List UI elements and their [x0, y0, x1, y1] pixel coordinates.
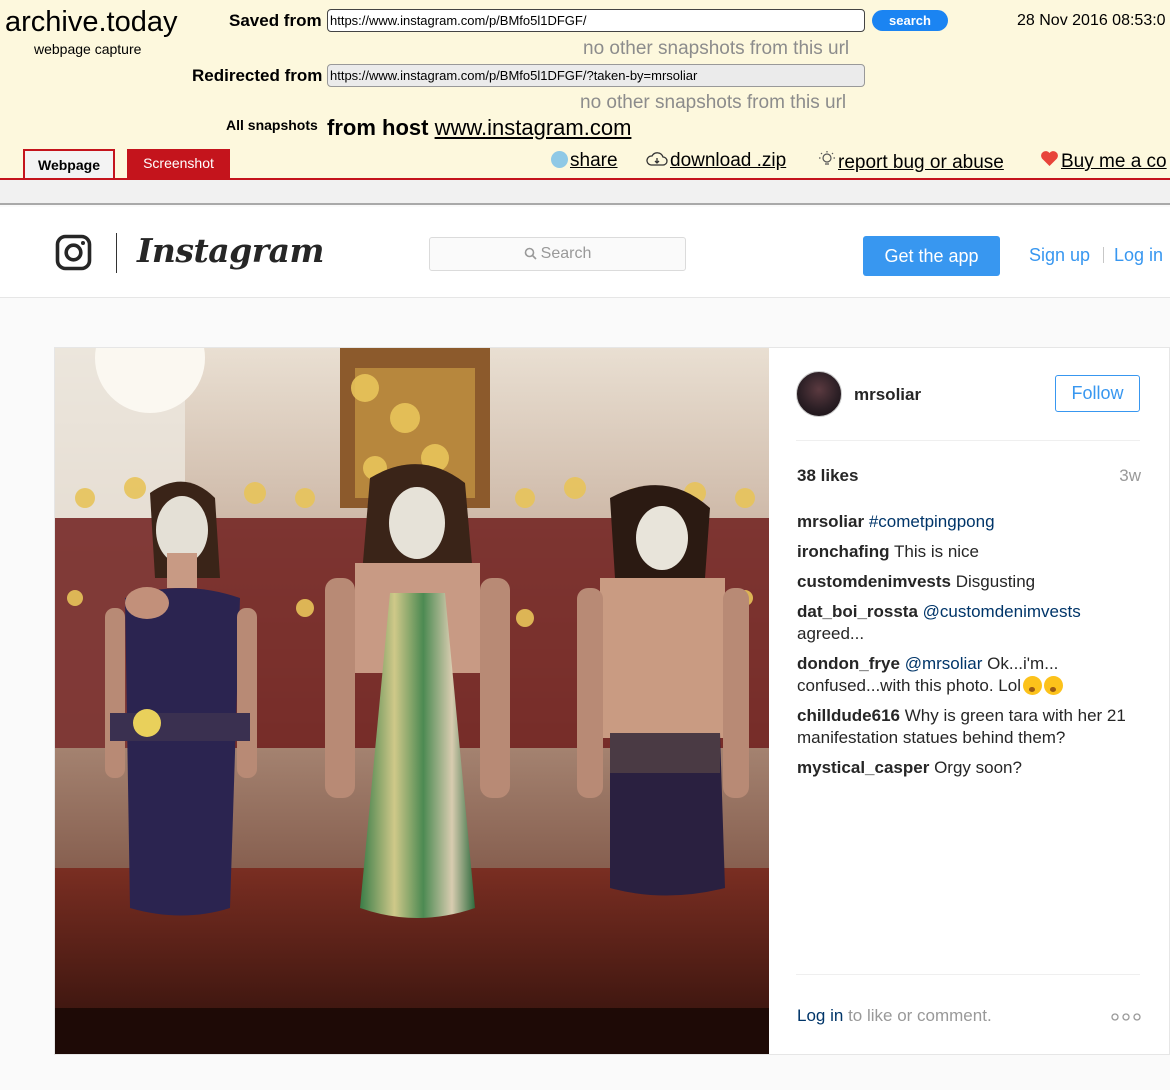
from-host-label: from host: [327, 115, 429, 140]
report-link[interactable]: report bug or abuse: [818, 150, 1004, 174]
divider: [796, 974, 1140, 975]
comment-item: customdenimvests Disgusting: [797, 571, 1147, 593]
comment-item: dat_boi_rossta @customdenimvests agreed.…: [797, 601, 1147, 645]
download-link[interactable]: download .zip: [646, 150, 786, 172]
comment-text: Orgy soon?: [934, 758, 1022, 777]
comment-user[interactable]: dat_boi_rossta: [797, 602, 918, 621]
comment-item: ironchafing This is nice: [797, 541, 1147, 563]
tab-webpage[interactable]: Webpage: [23, 149, 115, 178]
no-snapshots-note: no other snapshots from this url: [583, 38, 850, 59]
login-prompt: Log in to like or comment.: [797, 1006, 992, 1026]
comment-user[interactable]: customdenimvests: [797, 572, 951, 591]
comment-user[interactable]: chilldude616: [797, 706, 900, 725]
search-icon: [524, 247, 537, 260]
comment-user[interactable]: ironchafing: [797, 542, 890, 561]
redirected-from-label: Redirected from: [192, 66, 323, 85]
archive-logo-subtitle: webpage capture: [34, 41, 142, 57]
comment-text: agreed...: [797, 624, 865, 643]
share-icon: [551, 151, 568, 168]
comment-item: mystical_casper Orgy soon?: [797, 757, 1147, 779]
comments-list: mrsoliar #cometpingpong ironchafing This…: [797, 511, 1147, 787]
buy-label: Buy me a co: [1061, 151, 1167, 172]
sign-up-link[interactable]: Sign up: [1029, 245, 1090, 266]
hushed-face-emoji-icon: [1043, 676, 1063, 695]
redirected-url-input[interactable]: [327, 64, 865, 87]
divider: [796, 440, 1140, 441]
share-label: share: [570, 150, 618, 171]
comment-tag[interactable]: #cometpingpong: [869, 512, 995, 531]
likes-count[interactable]: 38 likes: [797, 466, 858, 486]
archive-logo[interactable]: archive.today: [5, 6, 178, 39]
download-label: download .zip: [670, 150, 787, 171]
cloud-download-icon: [646, 150, 668, 172]
more-options-icon[interactable]: [1111, 1013, 1141, 1021]
post-card: mrsoliar Follow 38 likes 3w mrsoliar #co…: [54, 347, 1170, 1055]
capture-date: 28 Nov 2016 08:53:0: [1017, 12, 1166, 29]
instagram-wordmark[interactable]: Instagram: [137, 231, 324, 270]
archive-divider: [0, 180, 1170, 205]
auth-separator: [1103, 247, 1104, 263]
instagram-camera-icon[interactable]: [55, 234, 92, 271]
saved-from-label: Saved from: [229, 11, 322, 30]
no-snapshots-note: no other snapshots from this url: [580, 92, 847, 113]
comment-tag[interactable]: @customdenimvests: [923, 602, 1081, 621]
search-placeholder: Search: [540, 245, 592, 262]
saved-url-input[interactable]: [327, 9, 865, 32]
post-photo[interactable]: [55, 348, 769, 1054]
get-the-app-button[interactable]: Get the app: [863, 236, 1000, 276]
archive-header: archive.today webpage capture Saved from…: [0, 0, 1170, 178]
heart-icon: [1040, 150, 1059, 173]
login-to-comment-link[interactable]: Log in: [797, 1006, 843, 1025]
comment-item: mrsoliar #cometpingpong: [797, 511, 1147, 533]
nav-divider: [116, 233, 117, 273]
report-label: report bug or abuse: [838, 152, 1004, 173]
comment-tag[interactable]: @mrsoliar: [905, 654, 983, 673]
grinning-sweat-emoji-icon: [1022, 676, 1042, 695]
search-button[interactable]: search: [872, 10, 948, 31]
log-in-link[interactable]: Log in: [1114, 245, 1163, 266]
comment-item: dondon_frye @mrsoliar Ok...i'm... confus…: [797, 653, 1147, 697]
comment-item: chilldude616 Why is green tara with her …: [797, 705, 1147, 749]
comment-text: This is nice: [893, 542, 980, 561]
all-snapshots-label: All snapshots: [226, 117, 318, 133]
follow-button[interactable]: Follow: [1055, 375, 1140, 412]
instagram-navbar: Instagram Search Get the app Sign up Log…: [0, 207, 1170, 298]
from-host: from host www.instagram.com: [327, 115, 631, 141]
comment-user[interactable]: mystical_casper: [797, 758, 929, 777]
tab-screenshot[interactable]: Screenshot: [127, 149, 230, 178]
post-sidebar: mrsoliar Follow 38 likes 3w mrsoliar #co…: [769, 348, 1169, 1054]
lightbulb-icon: [818, 150, 836, 174]
comment-user[interactable]: dondon_frye: [797, 654, 900, 673]
post-username[interactable]: mrsoliar: [854, 385, 921, 405]
host-link[interactable]: www.instagram.com: [435, 115, 632, 140]
comment-user[interactable]: mrsoliar: [797, 512, 864, 531]
buy-coffee-link[interactable]: Buy me a co: [1040, 150, 1167, 173]
comment-text: Disgusting: [955, 572, 1036, 591]
post-age[interactable]: 3w: [1119, 466, 1141, 486]
share-link[interactable]: share: [551, 150, 618, 172]
login-prompt-text: to like or comment.: [848, 1006, 992, 1025]
avatar[interactable]: [796, 371, 842, 417]
search-input[interactable]: Search: [429, 237, 686, 271]
